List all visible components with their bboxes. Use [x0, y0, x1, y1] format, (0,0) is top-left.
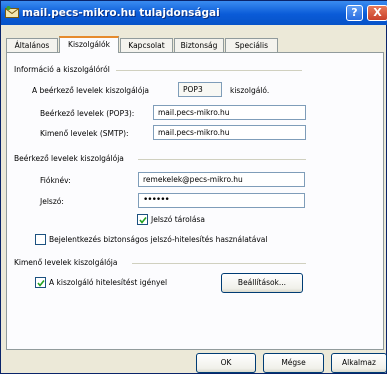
help-button[interactable]: ?	[346, 5, 363, 21]
apply-button[interactable]: Alkalmaz	[331, 353, 387, 373]
incoming-server-label: Beérkező levelek (POP3):	[40, 109, 135, 118]
ok-button[interactable]: OK	[196, 353, 256, 373]
outgoing-server-label: Kimenő levelek (SMTP):	[40, 129, 129, 138]
incoming-server-divider	[138, 159, 306, 160]
outgoing-server-heading: Kimenő levelek kiszolgálója	[14, 258, 118, 267]
checkmark-icon	[139, 217, 147, 224]
incoming-type-field: POP3	[178, 82, 222, 97]
properties-dialog: mail.pecs-mikro.hu tulajdonságai ? X Ált…	[0, 0, 387, 374]
tab-security[interactable]: Biztonság	[174, 38, 224, 52]
account-name-label: Fióknév:	[40, 176, 71, 185]
settings-button[interactable]: Beállítások...	[221, 273, 303, 293]
password-label: Jelszó:	[40, 197, 64, 206]
server-auth-checkbox[interactable]	[35, 277, 46, 288]
title-bar: mail.pecs-mikro.hu tulajdonságai ? X	[1, 1, 387, 25]
mail-account-icon	[5, 6, 19, 18]
server-info-heading: Információ a kiszolgálóról	[14, 65, 110, 74]
checkmark-icon	[37, 280, 45, 287]
tab-advanced[interactable]: Speciális	[225, 38, 278, 52]
tab-connection[interactable]: Kapcsolat	[120, 38, 173, 52]
password-input[interactable]: ••••••	[138, 193, 305, 208]
outgoing-server-divider	[132, 263, 306, 264]
server-info-divider	[116, 70, 302, 71]
outgoing-server-input[interactable]: mail.pecs-mikro.hu	[153, 125, 306, 140]
close-button[interactable]: X	[367, 5, 387, 21]
cancel-button[interactable]: Mégse	[263, 353, 324, 373]
tab-servers[interactable]: Kiszolgálók	[59, 36, 119, 53]
secure-auth-label: Bejelentkezés biztonságos jelszó-hiteles…	[49, 235, 268, 244]
incoming-server-heading: Beérkező levelek kiszolgálója	[14, 154, 124, 163]
window-title: mail.pecs-mikro.hu tulajdonságai	[22, 7, 220, 19]
remember-password-checkbox[interactable]	[137, 214, 148, 225]
tab-general[interactable]: Általános	[6, 38, 58, 52]
server-auth-label: A kiszolgáló hitelesítést igényel	[49, 278, 168, 287]
incoming-type-suffix: kiszolgáló.	[230, 86, 270, 95]
incoming-server-input[interactable]: mail.pecs-mikro.hu	[153, 105, 306, 120]
servers-panel: Információ a kiszolgálóról A beérkező le…	[6, 52, 384, 350]
incoming-type-prefix: A beérkező levelek kiszolgálója	[32, 86, 150, 95]
secure-auth-checkbox[interactable]	[35, 234, 46, 245]
account-name-input[interactable]: remekelek@pecs-mikro.hu	[138, 172, 305, 187]
remember-password-label: Jelszó tárolása	[151, 215, 205, 224]
